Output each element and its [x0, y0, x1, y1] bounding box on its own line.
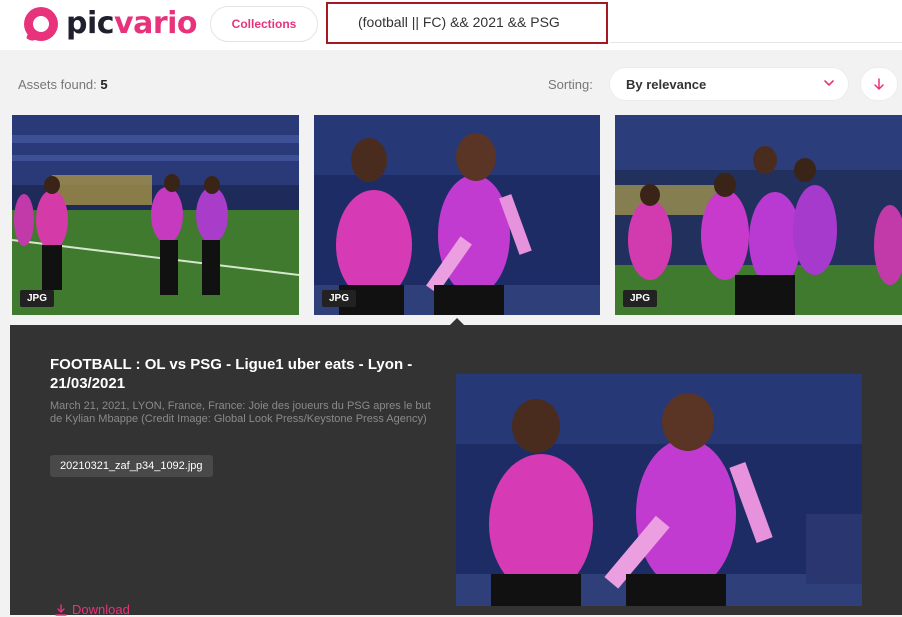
- asset-title: FOOTBALL : OL vs PSG - Ligue1 uber eats …: [50, 356, 413, 392]
- asset-thumbnail[interactable]: JPG: [615, 115, 902, 315]
- asset-preview-image[interactable]: [456, 374, 862, 606]
- football-photo-celebration-2: [314, 115, 600, 315]
- football-photo-preview: [456, 374, 862, 606]
- asset-thumbnail-selected[interactable]: JPG: [314, 115, 600, 315]
- chevron-down-icon: [824, 80, 834, 87]
- assets-found-label: Assets found:: [18, 77, 97, 92]
- football-photo-celebration-3: [615, 115, 902, 315]
- asset-filename[interactable]: 20210321_zaf_p34_1092.jpg: [50, 455, 213, 477]
- sort-value: By relevance: [626, 77, 707, 92]
- sort-select[interactable]: By relevance: [609, 67, 849, 101]
- search-underline: [610, 42, 902, 43]
- football-photo-celebration-1: [12, 115, 299, 315]
- assets-found: Assets found: 5: [18, 77, 108, 92]
- download-icon: [55, 603, 67, 616]
- asset-thumbnail[interactable]: JPG: [12, 115, 299, 315]
- search-input[interactable]: [358, 14, 604, 30]
- logo-mark-icon: [24, 6, 58, 43]
- file-type-badge: JPG: [623, 290, 658, 307]
- arrow-down-icon: [874, 78, 884, 91]
- file-type-badge: JPG: [20, 290, 55, 307]
- assets-count: 5: [100, 77, 108, 92]
- search-box[interactable]: [326, 2, 608, 44]
- sort-direction-button[interactable]: [860, 67, 898, 101]
- asset-description: March 21, 2021, LYON, France, France: Jo…: [50, 400, 431, 425]
- file-type-badge: JPG: [322, 290, 357, 307]
- logo-text: picvario: [66, 6, 198, 41]
- top-bar: picvario Collections: [0, 0, 902, 50]
- collections-button[interactable]: Collections: [210, 6, 318, 42]
- picvario-logo[interactable]: picvario: [24, 6, 198, 43]
- asset-detail-panel: FOOTBALL : OL vs PSG - Ligue1 uber eats …: [10, 325, 902, 617]
- sorting-label: Sorting:: [548, 77, 593, 92]
